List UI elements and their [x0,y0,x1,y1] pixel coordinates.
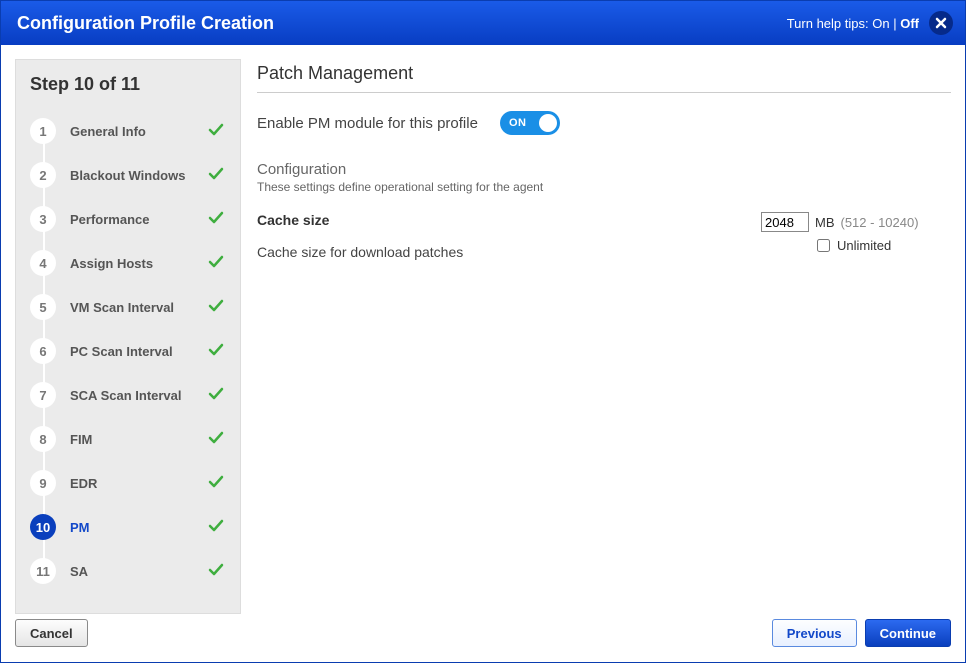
check-icon [208,386,224,405]
step-number: 5 [30,294,56,320]
help-tips-on[interactable]: On [872,16,889,31]
dialog-title: Configuration Profile Creation [17,13,787,34]
dialog-window: Configuration Profile Creation Turn help… [0,0,966,663]
step-vm-scan-interval[interactable]: 5 VM Scan Interval [28,285,228,329]
check-icon [208,342,224,361]
check-icon [208,518,224,537]
step-number: 11 [30,558,56,584]
enable-toggle[interactable]: ON [500,111,560,135]
cache-input-row: MB (512 - 10240) [761,212,951,232]
step-fim[interactable]: 8 FIM [28,417,228,461]
divider [257,92,951,93]
unlimited-label: Unlimited [837,238,891,253]
cache-size-desc: Cache size for download patches [257,244,761,260]
step-number: 3 [30,206,56,232]
step-label: VM Scan Interval [70,300,208,315]
check-icon [208,122,224,141]
main-panel: Patch Management Enable PM module for th… [257,59,951,614]
toggle-knob [539,114,557,132]
continue-button[interactable]: Continue [865,619,951,647]
step-number: 1 [30,118,56,144]
toggle-label: ON [509,117,527,129]
previous-button[interactable]: Previous [772,619,857,647]
step-header: Step 10 of 11 [30,74,228,95]
step-label: SCA Scan Interval [70,388,208,403]
close-button[interactable] [929,11,953,35]
step-number: 4 [30,250,56,276]
help-tips: Turn help tips: On | Off [787,16,919,31]
step-label: EDR [70,476,208,491]
unlimited-row[interactable]: Unlimited [813,236,951,255]
step-pc-scan-interval[interactable]: 6 PC Scan Interval [28,329,228,373]
dialog-body: Step 10 of 11 1 General Info 2 Blackout … [1,45,965,614]
page-title: Patch Management [257,63,951,84]
step-general-info[interactable]: 1 General Info [28,109,228,153]
step-pm[interactable]: 10 PM [28,505,228,549]
step-number: 8 [30,426,56,452]
step-number: 6 [30,338,56,364]
enable-row: Enable PM module for this profile ON [257,111,951,135]
step-list: 1 General Info 2 Blackout Windows 3 Perf… [28,109,228,593]
step-label: Performance [70,212,208,227]
step-performance[interactable]: 3 Performance [28,197,228,241]
cancel-button[interactable]: Cancel [15,619,88,647]
step-label: SA [70,564,208,579]
check-icon [208,166,224,185]
step-sidebar: Step 10 of 11 1 General Info 2 Blackout … [15,59,241,614]
step-sa[interactable]: 11 SA [28,549,228,593]
check-icon [208,430,224,449]
step-number: 7 [30,382,56,408]
step-label: FIM [70,432,208,447]
check-icon [208,562,224,581]
step-label: Blackout Windows [70,168,208,183]
cache-size-label: Cache size [257,212,761,228]
help-tips-sep: | [893,16,896,31]
unlimited-checkbox[interactable] [817,239,830,252]
close-icon [935,17,947,29]
check-icon [208,254,224,273]
titlebar: Configuration Profile Creation Turn help… [1,1,965,45]
enable-label: Enable PM module for this profile [257,115,478,132]
step-edr[interactable]: 9 EDR [28,461,228,505]
step-number: 2 [30,162,56,188]
step-label: General Info [70,124,208,139]
step-label: PM [70,520,208,535]
cache-right: MB (512 - 10240) Unlimited [761,212,951,255]
cache-size-row: Cache size Cache size for download patch… [257,212,951,260]
step-sca-scan-interval[interactable]: 7 SCA Scan Interval [28,373,228,417]
cache-left: Cache size Cache size for download patch… [257,212,761,260]
step-blackout-windows[interactable]: 2 Blackout Windows [28,153,228,197]
step-number: 10 [30,514,56,540]
check-icon [208,210,224,229]
help-tips-off[interactable]: Off [900,16,919,31]
step-assign-hosts[interactable]: 4 Assign Hosts [28,241,228,285]
config-title: Configuration [257,161,951,178]
cache-size-input[interactable] [761,212,809,232]
help-tips-prefix: Turn help tips: [787,16,869,31]
footer: Cancel Previous Continue [1,614,965,662]
cache-unit: MB [815,215,835,230]
config-subtitle: These settings define operational settin… [257,180,951,194]
cache-range: (512 - 10240) [841,215,919,230]
step-label: PC Scan Interval [70,344,208,359]
step-number: 9 [30,470,56,496]
step-label: Assign Hosts [70,256,208,271]
check-icon [208,474,224,493]
check-icon [208,298,224,317]
